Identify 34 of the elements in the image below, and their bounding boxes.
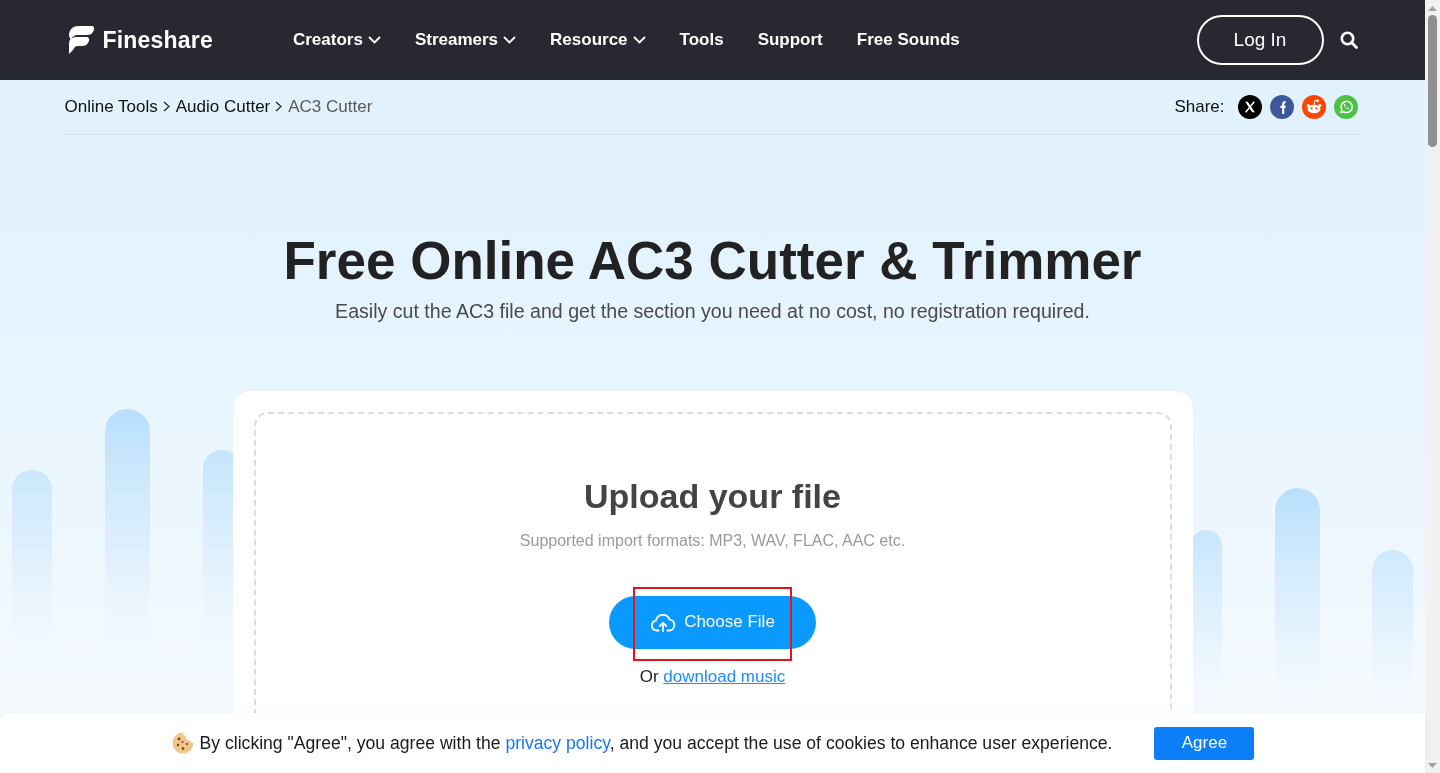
- reddit-icon[interactable]: [1301, 94, 1326, 119]
- page-title: Free Online AC3 Cutter & Trimmer: [282, 229, 1143, 292]
- download-alternative-text: Or download music: [638, 665, 787, 688]
- chevron-right-icon: [275, 101, 283, 113]
- logo-icon[interactable]: [67, 25, 95, 55]
- share-label: Share:: [1174, 96, 1225, 118]
- breadcrumb-current: AC3 Cutter: [288, 96, 373, 118]
- nav-link[interactable]: Streamers: [414, 27, 517, 53]
- nav-link[interactable]: Support: [757, 27, 823, 53]
- search-icon[interactable]: [1339, 31, 1358, 49]
- login-button[interactable]: Log In: [1196, 15, 1324, 65]
- scrollbar[interactable]: [1425, 0, 1440, 773]
- nav-link[interactable]: Creators: [292, 27, 381, 53]
- facebook-icon[interactable]: [1269, 94, 1294, 119]
- cloud-upload-icon: [650, 612, 677, 632]
- x-logo-icon[interactable]: [1237, 94, 1262, 119]
- privacy-policy-link[interactable]: privacy policy: [505, 732, 610, 753]
- whatsapp-icon[interactable]: [1333, 94, 1358, 119]
- nav-link[interactable]: Resource: [550, 27, 646, 53]
- cookie-icon: [170, 731, 195, 755]
- nav-link[interactable]: Free Sounds: [856, 27, 960, 53]
- scroll-up-icon[interactable]: [1428, 6, 1437, 11]
- scrollbar-thumb[interactable]: [1428, 15, 1437, 147]
- brand-name[interactable]: Fineshare: [102, 22, 213, 58]
- nav-link[interactable]: Tools: [679, 27, 724, 53]
- agree-button[interactable]: Agree: [1154, 726, 1255, 760]
- breadcrumb-link[interactable]: Online Tools: [64, 94, 158, 120]
- upload-title: Upload your file: [583, 475, 842, 516]
- chevron-right-icon: [162, 101, 170, 113]
- cookie-notice: By clicking "Agree", you agree with the privacy policy, and you accept the use of cookies to enhance user experience.: [199, 731, 1113, 755]
- supported-formats-text: Supported import formats: MP3, WAV, FLAC, AAC etc.: [518, 530, 907, 551]
- scroll-down-icon[interactable]: [1428, 763, 1437, 768]
- page-subtitle: Easily cut the AC3 file and get the section you need at no cost, no registration required.: [334, 299, 1091, 325]
- breadcrumb-link[interactable]: Audio Cutter: [175, 94, 271, 120]
